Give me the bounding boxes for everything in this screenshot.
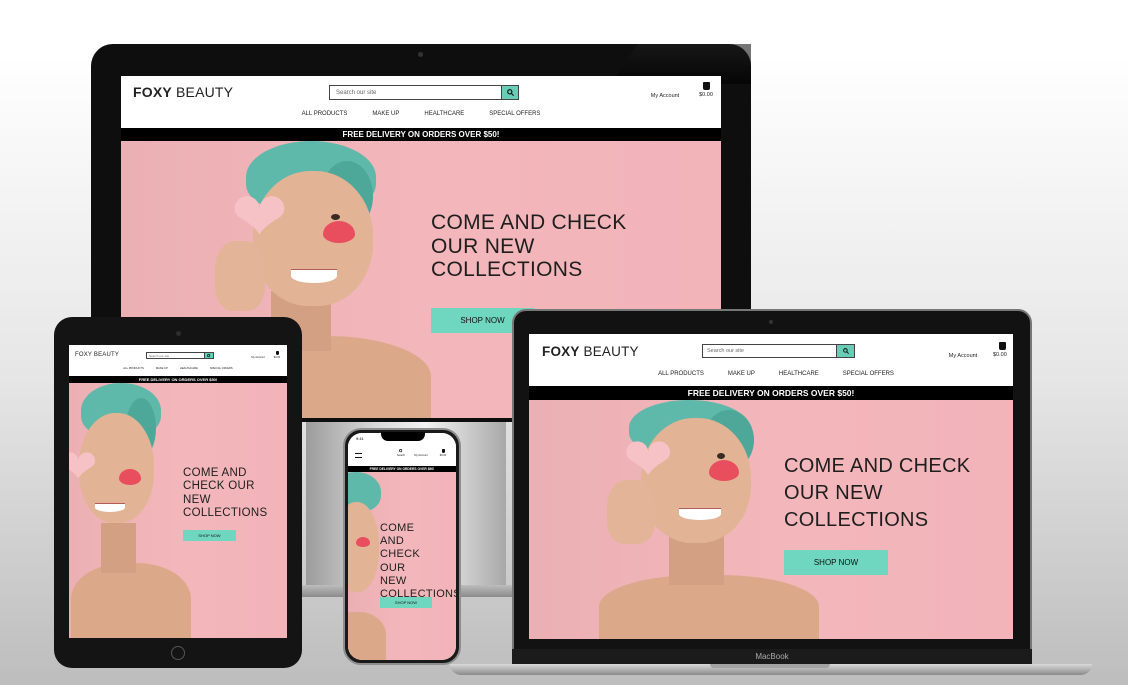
hamburger-menu-icon[interactable]: [355, 453, 362, 458]
search-button[interactable]: [501, 86, 518, 99]
account-link[interactable]: My Account: [645, 82, 685, 99]
cart-total: $0.00: [699, 92, 713, 98]
mobile-search-link[interactable]: Search: [394, 449, 408, 457]
nav-make-up[interactable]: MAKE UP: [156, 367, 168, 370]
hero-section: COME AND CHECK OUR NEW COLLECTIONS SHOP …: [348, 472, 456, 660]
nav-make-up[interactable]: MAKE UP: [372, 111, 399, 117]
status-time: 9:41: [356, 436, 364, 441]
nav-make-up[interactable]: MAKE UP: [728, 371, 755, 377]
search-button[interactable]: [836, 345, 854, 357]
search-input[interactable]: Search our site: [703, 345, 836, 357]
search-icon: [842, 348, 849, 354]
shop-now-button[interactable]: SHOP NOW: [784, 550, 888, 575]
account-label: My Account: [414, 454, 428, 457]
nav-all-products[interactable]: ALL PRODUCTS: [302, 111, 348, 117]
site-header: FOXY BEAUTY Search our site My Account $…: [121, 76, 721, 128]
cart-total: $0.00: [273, 356, 281, 359]
main-nav: ALL PRODUCTS MAKE UP HEALTHCARE SPECIAL …: [529, 371, 1013, 377]
nav-special-offers[interactable]: SPECIAL OFFERS: [843, 371, 894, 377]
shopping-bag-icon: [441, 449, 445, 453]
search-bar[interactable]: Search our site: [702, 344, 855, 358]
hero-section: ❤ COME AND CHECK OUR NEW COLLECTIONS SHO…: [529, 400, 1013, 639]
account-link[interactable]: My Account: [943, 342, 983, 359]
ipad-home-button: [171, 646, 185, 660]
cart-total: $0.00: [439, 454, 447, 457]
nav-special-offers[interactable]: SPECIAL OFFERS: [210, 367, 233, 370]
brand-logo[interactable]: FOXY BEAUTY: [75, 352, 119, 358]
search-icon: [399, 449, 403, 453]
heart-sponge: ❤: [231, 179, 288, 255]
nav-all-products[interactable]: ALL PRODUCTS: [123, 367, 144, 370]
cart-total: $0.00: [993, 352, 1007, 358]
search-input[interactable]: Search our site: [330, 86, 501, 99]
site-header: FOXY BEAUTY Search our site My Account $…: [69, 345, 287, 376]
search-label: Search: [396, 454, 406, 457]
hero-title: COME AND CHECK OUR NEW COLLECTIONS: [183, 467, 268, 519]
site-header: FOXY BEAUTY Search our site My Account $…: [529, 334, 1013, 385]
account-label: My Account: [650, 93, 680, 99]
shop-now-button[interactable]: SHOP NOW: [380, 597, 432, 608]
ipad-camera: [176, 331, 181, 336]
hero-section: ❤ COME AND CHECK OUR NEW COLLECTIONS SHO…: [69, 383, 287, 638]
main-nav: ALL PRODUCTS MAKE UP HEALTHCARE SPECIAL …: [121, 111, 721, 117]
heart-sponge: ❤: [623, 426, 674, 493]
user-icon: [419, 449, 423, 453]
hero-model-image: ❤: [579, 400, 819, 639]
user-icon: [661, 82, 669, 91]
cart-link[interactable]: $0.00: [436, 449, 450, 457]
shopping-bag-icon: [275, 351, 279, 355]
account-link[interactable]: My Account: [249, 351, 267, 359]
heart-sponge: ❤: [69, 440, 98, 492]
macbook-website: FOXY BEAUTY Search our site My Account $…: [529, 334, 1013, 639]
iphone-website: 9:41 Search My Account $0.00 FREE DELIVE…: [348, 433, 456, 660]
nav-special-offers[interactable]: SPECIAL OFFERS: [489, 111, 540, 117]
search-bar[interactable]: Search our site: [146, 352, 214, 359]
iphone-notch: [381, 432, 425, 441]
brand-logo[interactable]: FOXY BEAUTY: [542, 344, 639, 359]
search-icon: [207, 353, 211, 357]
shop-now-button[interactable]: SHOP NOW: [183, 530, 236, 541]
macbook-notch: [710, 664, 830, 668]
ipad-website: FOXY BEAUTY Search our site My Account $…: [69, 345, 287, 638]
delivery-banner: FREE DELIVERY ON ORDERS OVER $50!: [529, 386, 1013, 400]
imac-camera: [418, 52, 423, 57]
cart-link[interactable]: $0.00: [270, 351, 284, 359]
cart-link[interactable]: $0.00: [993, 342, 1013, 358]
nav-healthcare[interactable]: HEALTHCARE: [779, 371, 819, 377]
delivery-banner: FREE DELIVERY ON ORDERS OVER $50!: [69, 376, 287, 383]
hero-title: COME AND CHECK OUR NEW COLLECTIONS: [784, 455, 971, 531]
macbook-chin: MacBook: [512, 649, 1032, 664]
search-bar[interactable]: Search our site: [329, 85, 519, 100]
macbook-camera: [769, 320, 773, 324]
macbook-label: MacBook: [755, 652, 789, 661]
nav-healthcare[interactable]: HEALTHCARE: [424, 111, 464, 117]
user-icon: [256, 351, 260, 355]
brand-logo[interactable]: FOXY BEAUTY: [133, 84, 233, 100]
search-icon: [506, 89, 514, 96]
hero-title: COME AND CHECK OUR NEW COLLECTIONS: [431, 211, 627, 282]
search-button[interactable]: [204, 353, 213, 358]
shopping-bag-icon: [702, 82, 710, 90]
nav-healthcare[interactable]: HEALTHCARE: [180, 367, 198, 370]
account-label: My Account: [948, 353, 978, 359]
cart-link[interactable]: $0.00: [693, 82, 719, 98]
main-nav: ALL PRODUCTS MAKE UP HEALTHCARE SPECIAL …: [69, 367, 287, 370]
account-link[interactable]: My Account: [412, 449, 430, 457]
hero-title: COME AND CHECK OUR NEW COLLECTIONS: [380, 522, 456, 600]
delivery-banner: FREE DELIVERY ON ORDERS OVER $50!: [121, 128, 721, 141]
user-icon: [959, 342, 967, 351]
hero-model-image: ❤: [69, 383, 191, 638]
account-label: My Account: [251, 356, 265, 359]
nav-all-products[interactable]: ALL PRODUCTS: [658, 371, 704, 377]
shopping-bag-icon: [999, 342, 1006, 350]
search-input[interactable]: Search our site: [147, 353, 204, 358]
